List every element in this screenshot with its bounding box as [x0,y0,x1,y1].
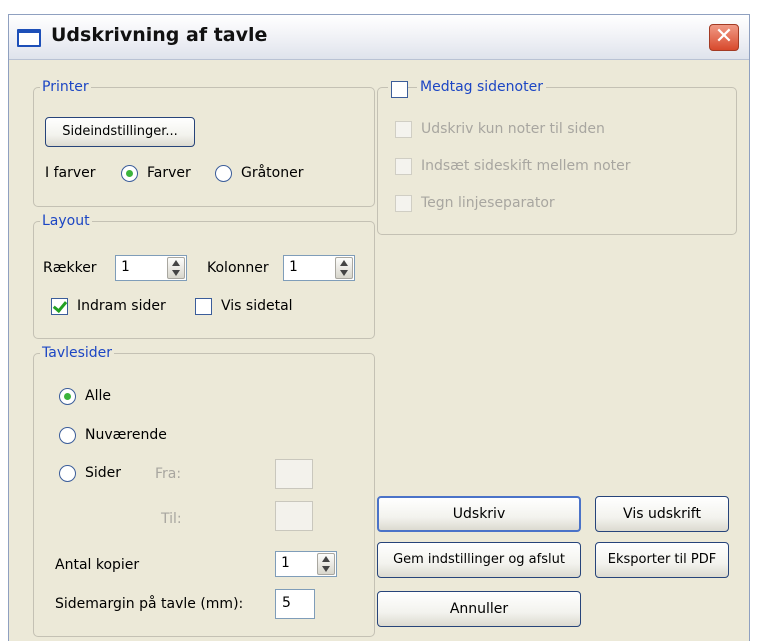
all-pages-label[interactable]: Alle [85,388,111,404]
print-button[interactable]: Udskriv [377,496,581,532]
margin-label: Sidemargin på tavle (mm): [55,596,244,612]
to-label: Til: [161,511,182,527]
printer-legend: Printer [42,79,89,95]
page-range-radio[interactable] [59,465,76,482]
columns-label: Kolonner [207,260,269,276]
margin-value[interactable]: 5 [282,595,291,611]
cancel-button[interactable]: Annuller [377,591,581,627]
current-page-radio[interactable] [59,427,76,444]
frame-pages-checkbox[interactable] [51,298,68,315]
save-and-exit-button[interactable]: Gem indstillinger og afslut [377,542,581,578]
to-page-field[interactable] [275,501,313,531]
rows-value[interactable]: 1 [121,259,129,275]
current-page-label[interactable]: Nuværende [85,427,167,443]
color-mode-label: I farver [45,165,96,181]
close-icon: ✕ [714,24,734,49]
preview-button[interactable]: Vis udskrift [595,496,729,532]
copies-spin-arrows-icon[interactable] [317,553,335,575]
copies-label: Antal kopier [55,557,140,573]
rows-label: Rækker [43,260,97,276]
copies-stepper[interactable]: 1 [275,551,337,577]
grayscale-radio-label[interactable]: Gråtoner [241,165,303,181]
from-page-field[interactable] [275,459,313,489]
from-label: Fra: [155,466,182,482]
page-range-label[interactable]: Sider [85,465,121,481]
frame-pages-label[interactable]: Indram sider [77,298,166,314]
export-pdf-button[interactable]: Eksporter til PDF [595,542,729,578]
rows-spin-arrows-icon[interactable] [167,257,185,279]
title-bar[interactable]: Udskrivning af tavle ✕ [9,15,749,60]
close-button[interactable]: ✕ [709,24,739,51]
notes-group [377,79,737,235]
page-setup-button[interactable]: Sideindstillinger... [45,117,195,147]
page-break-checkbox[interactable] [395,158,412,175]
copies-value[interactable]: 1 [281,555,289,571]
color-radio-label[interactable]: Farver [147,165,191,181]
include-notes-checkbox[interactable] [391,81,408,98]
columns-spin-arrows-icon[interactable] [335,257,353,279]
color-radio[interactable] [121,165,138,182]
margin-field[interactable]: 5 [275,589,315,619]
line-separator-label[interactable]: Tegn linjeseparator [421,195,555,211]
window-title: Udskrivning af tavle [51,24,268,46]
include-notes-label[interactable]: Medtag sidenoter [417,79,546,95]
columns-value[interactable]: 1 [289,259,297,275]
layout-legend: Layout [42,213,90,229]
only-page-notes-checkbox[interactable] [395,121,412,138]
print-dialog: Udskrivning af tavle ✕ Printer Sideindst… [8,14,750,641]
page-break-label[interactable]: Indsæt sideskift mellem noter [421,158,631,174]
columns-stepper[interactable]: 1 [283,255,355,281]
line-separator-checkbox[interactable] [395,195,412,212]
show-page-number-label[interactable]: Vis sidetal [221,298,293,314]
show-page-number-checkbox[interactable] [195,298,212,315]
board-pages-legend: Tavlesider [42,345,113,361]
all-pages-radio[interactable] [59,388,76,405]
only-page-notes-label[interactable]: Udskriv kun noter til siden [421,121,605,137]
window-icon [17,29,41,47]
grayscale-radio[interactable] [215,165,232,182]
rows-stepper[interactable]: 1 [115,255,187,281]
